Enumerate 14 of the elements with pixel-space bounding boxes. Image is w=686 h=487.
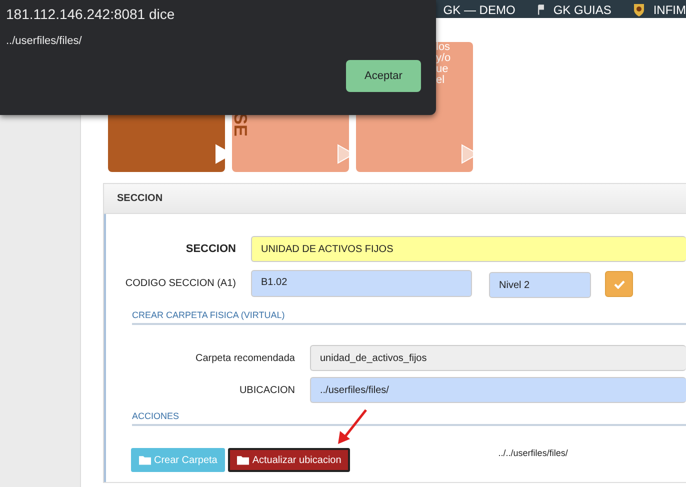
- panel-title: SECCION: [117, 193, 163, 204]
- path-text: ../../userfiles/files/: [498, 448, 568, 458]
- card-text: ue: [436, 64, 448, 75]
- dialog-message: ../userfiles/files/: [6, 35, 83, 47]
- section-heading: CREAR CARPETA FISICA (VIRTUAL): [132, 310, 285, 320]
- field-label: Carpeta recomendada: [194, 352, 295, 364]
- field-label: SECCION: [184, 243, 236, 255]
- card-text: los: [436, 42, 451, 53]
- card-text: el: [436, 75, 446, 86]
- field-label: CODIGO SECCION (A1): [124, 278, 236, 288]
- section-heading: ACCIONES: [132, 411, 180, 421]
- dialog-title: 181.112.146.242:8081 dice: [6, 6, 176, 22]
- card-text: y/o: [436, 53, 451, 64]
- field-label: UBICACION: [238, 384, 295, 396]
